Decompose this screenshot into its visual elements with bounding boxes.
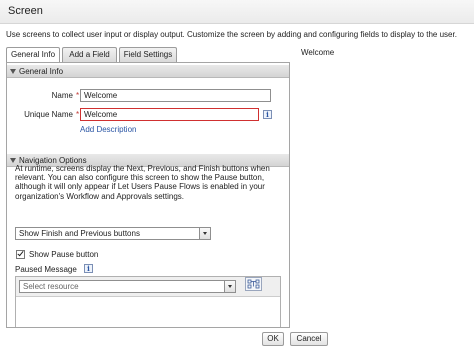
select-resource-placeholder: Select resource: [23, 282, 79, 291]
paused-message-editor[interactable]: Select resource: [15, 276, 281, 327]
add-description-link[interactable]: Add Description: [80, 125, 136, 134]
navigation-buttons-select-value: Show Finish and Previous buttons: [19, 229, 140, 238]
checkmark-icon: [17, 249, 24, 257]
show-pause-label: Show Pause button: [29, 250, 99, 259]
paused-message-toolbar: Select resource: [16, 277, 280, 297]
general-info-section-header[interactable]: General Info: [7, 65, 289, 78]
intro-text: Use screens to collect user input or dis…: [6, 30, 457, 39]
general-info-panel: General Info Name * Welcome Unique Name …: [6, 62, 290, 328]
navigation-description: At runtime, screens display the Next, Pr…: [15, 164, 270, 201]
title-bar: Screen: [0, 0, 474, 24]
screen-preview-title: Welcome: [301, 48, 335, 57]
info-icon[interactable]: i: [84, 264, 93, 273]
collapse-triangle-icon[interactable]: [10, 158, 16, 163]
resource-picker-icon[interactable]: [245, 277, 262, 291]
required-marker: *: [76, 110, 80, 119]
name-label: Name: [51, 91, 73, 100]
tab-add-a-field[interactable]: Add a Field: [62, 47, 117, 62]
unique-name-label: Unique Name: [24, 110, 73, 119]
cancel-button[interactable]: Cancel: [290, 332, 328, 346]
chevron-down-icon[interactable]: [199, 228, 210, 239]
tab-general-info[interactable]: General Info: [6, 47, 60, 63]
collapse-triangle-icon[interactable]: [10, 69, 16, 74]
unique-name-input[interactable]: Welcome: [80, 108, 259, 121]
window-title: Screen: [8, 5, 43, 17]
chevron-down-icon[interactable]: [224, 281, 235, 292]
general-info-header-label: General Info: [19, 67, 64, 76]
show-pause-checkbox[interactable]: [16, 249, 25, 259]
ok-button[interactable]: OK: [262, 332, 284, 346]
name-input[interactable]: Welcome: [80, 89, 271, 102]
info-icon[interactable]: i: [263, 110, 272, 119]
paused-message-label: Paused Message: [15, 265, 77, 274]
navigation-buttons-select[interactable]: Show Finish and Previous buttons: [15, 227, 211, 240]
select-resource-dropdown[interactable]: Select resource: [19, 280, 236, 293]
required-marker: *: [76, 91, 80, 100]
tab-field-settings[interactable]: Field Settings: [119, 47, 177, 62]
